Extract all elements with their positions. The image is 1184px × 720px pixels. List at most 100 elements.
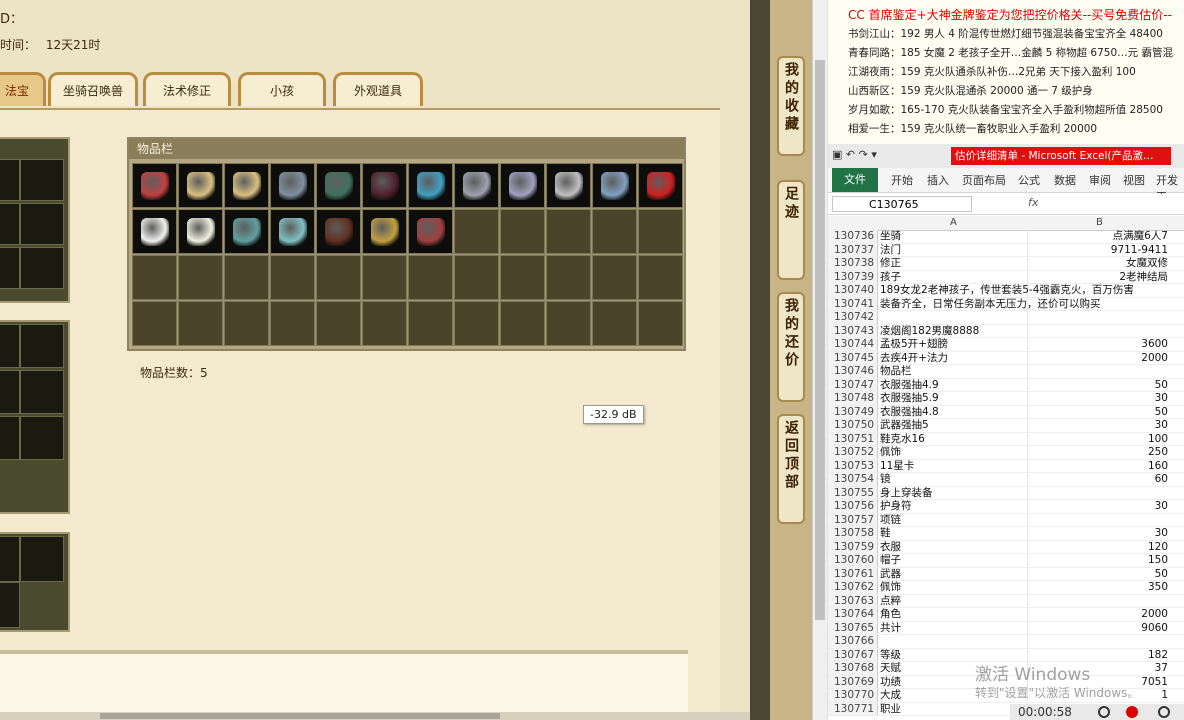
ticker-line[interactable]: 青春同路：185 女魔 2 老孩子全开…金麟 5 称物超 6750…元 霸管混 [848,45,1173,60]
row-number[interactable]: 130750 [828,419,878,432]
ribbon-tab-page-layout[interactable]: 页面布局 [962,172,1006,188]
column-b-header[interactable]: B [1096,217,1103,228]
inventory-item[interactable] [270,163,315,208]
cell-b[interactable]: 9711-9411 [1028,244,1172,257]
table-row[interactable]: 130736 坐骑 点满魔6人7 [828,230,1184,244]
inventory-slot[interactable] [132,301,177,346]
table-row[interactable]: 130757 项链 [828,513,1184,527]
cell-b[interactable]: 女魔双修 [1028,257,1172,270]
cell-a[interactable]: 衣服强抽5.9 [878,392,1028,405]
inventory-item[interactable] [132,209,177,254]
inventory-slot[interactable] [592,301,637,346]
table-row[interactable]: 130741 装备齐全，日常任务副本无压力，还价可以购买 [828,297,1184,311]
row-number[interactable]: 130747 [828,378,878,391]
cell-a[interactable]: 武器 [878,567,1028,580]
row-number[interactable]: 130770 [828,689,878,702]
cell-b[interactable]: 2000 [1028,352,1172,365]
row-number[interactable]: 130742 [828,311,878,324]
cell-a[interactable]: 佩饰 [878,446,1028,459]
ticker-line[interactable]: 书剑江山：192 男人 4 阶混传世燃灯细节强混装备宝宝齐全 48400 [848,26,1163,41]
table-row[interactable]: 130748 衣服强抽5.9 30 [828,392,1184,406]
cell-b[interactable] [1028,365,1172,378]
row-number[interactable]: 130763 [828,594,878,607]
table-row[interactable]: 130756 护身符 30 [828,500,1184,514]
cell-a[interactable]: 衣服强抽4.9 [878,378,1028,391]
cell-a[interactable]: 孩子 [878,270,1028,283]
cell-b[interactable]: 点满魔6人7 [1028,230,1172,243]
table-row[interactable]: 130739 孩子 2老神结局 [828,270,1184,284]
cell-b[interactable] [1028,325,1172,338]
tab-mount-summon[interactable]: 坐骑召唤兽 [48,72,138,106]
cell-a[interactable]: 装备齐全，日常任务副本无压力，还价可以购买 [878,297,1101,310]
inventory-slot[interactable] [362,255,407,300]
ribbon-tab-file[interactable]: 文件 [832,168,878,192]
cell-a[interactable]: 修正 [878,257,1028,270]
cell-b[interactable]: 60 [1028,473,1172,486]
row-number[interactable]: 130762 [828,581,878,594]
table-row[interactable]: 130752 佩饰 250 [828,446,1184,460]
inventory-slot[interactable] [270,255,315,300]
ribbon-tab-data[interactable]: 数据 [1054,172,1076,188]
inventory-slot[interactable] [408,301,453,346]
row-number[interactable]: 130769 [828,675,878,688]
ticker-headline[interactable]: CC 首席鉴定+大神金牌鉴定为您把控价格关--买号免费估价-- [848,6,1172,23]
inventory-item[interactable] [316,209,361,254]
quick-access-toolbar[interactable]: ▣ ↶ ↷ ▾ [832,148,877,161]
inventory-slot[interactable] [316,301,361,346]
inventory-slot[interactable] [178,301,223,346]
inventory-slot[interactable] [454,301,499,346]
table-row[interactable]: 130753 11星卡 160 [828,459,1184,473]
row-number[interactable]: 130755 [828,486,878,499]
table-row[interactable]: 130760 帽子 150 [828,554,1184,568]
inventory-item[interactable] [500,163,545,208]
cell-a[interactable]: 孟极5开+翅膀 [878,338,1028,351]
inventory-item[interactable] [592,163,637,208]
cell-b[interactable]: 30 [1028,527,1172,540]
row-number[interactable]: 130768 [828,662,878,675]
cell-b[interactable]: 120 [1028,541,1172,554]
inventory-item[interactable] [178,209,223,254]
cell-b[interactable]: 160 [1028,460,1172,473]
table-row[interactable]: 130754 镜 60 [828,473,1184,487]
cell-a[interactable]: 佩饰 [878,581,1028,594]
table-row[interactable]: 130761 武器 50 [828,567,1184,581]
inventory-item[interactable] [178,163,223,208]
ribbon-tab-home[interactable]: 开始 [891,172,913,188]
row-number[interactable]: 130738 [828,257,878,270]
row-number[interactable]: 130766 [828,635,878,648]
tab-spell-correction[interactable]: 法术修正 [143,72,231,106]
ticker-line[interactable]: 江湖夜雨：159 克火队通杀队补伤…2兄弟 天下接入盈利 100 [848,64,1136,79]
row-number[interactable]: 130736 [828,230,878,243]
cell-b[interactable]: 350 [1028,581,1172,594]
table-row[interactable]: 130766 [828,635,1184,649]
cell-a[interactable]: 项链 [878,513,1028,526]
cell-b[interactable] [1028,487,1172,500]
ribbon-tab-insert[interactable]: 插入 [927,172,949,188]
inventory-slot[interactable] [500,255,545,300]
inventory-item[interactable] [316,163,361,208]
vertical-scrollbar-thumb[interactable] [815,60,825,620]
inventory-item[interactable] [408,209,453,254]
cell-b[interactable] [1028,595,1172,608]
inventory-slot[interactable] [638,301,683,346]
cell-a[interactable] [878,635,1028,648]
tab-child[interactable]: 小孩 [238,72,326,106]
table-row[interactable]: 130744 孟极5开+翅膀 3600 [828,338,1184,352]
row-number[interactable]: 130748 [828,392,878,405]
cell-a[interactable]: 身上穿装备 [878,486,1028,499]
row-number[interactable]: 130740 [828,284,878,297]
my-favorites-button[interactable]: 我的收藏 [777,56,805,156]
row-number[interactable]: 130737 [828,243,878,256]
row-number[interactable]: 130739 [828,270,878,283]
back-to-top-button[interactable]: 返回顶部 [777,414,805,524]
cell-a[interactable]: 共计 [878,621,1028,634]
fx-icon[interactable]: fx [1028,196,1038,209]
row-number[interactable]: 130751 [828,432,878,445]
cell-a[interactable]: 镜 [878,473,1028,486]
table-row[interactable]: 130738 修正 女魔双修 [828,257,1184,271]
table-row[interactable]: 130749 衣服强抽4.8 50 [828,405,1184,419]
stop-record-icon[interactable] [1126,706,1138,718]
ribbon-tab-formulas[interactable]: 公式 [1018,172,1040,188]
table-row[interactable]: 130742 [828,311,1184,325]
cell-b[interactable]: 9060 [1028,622,1172,635]
